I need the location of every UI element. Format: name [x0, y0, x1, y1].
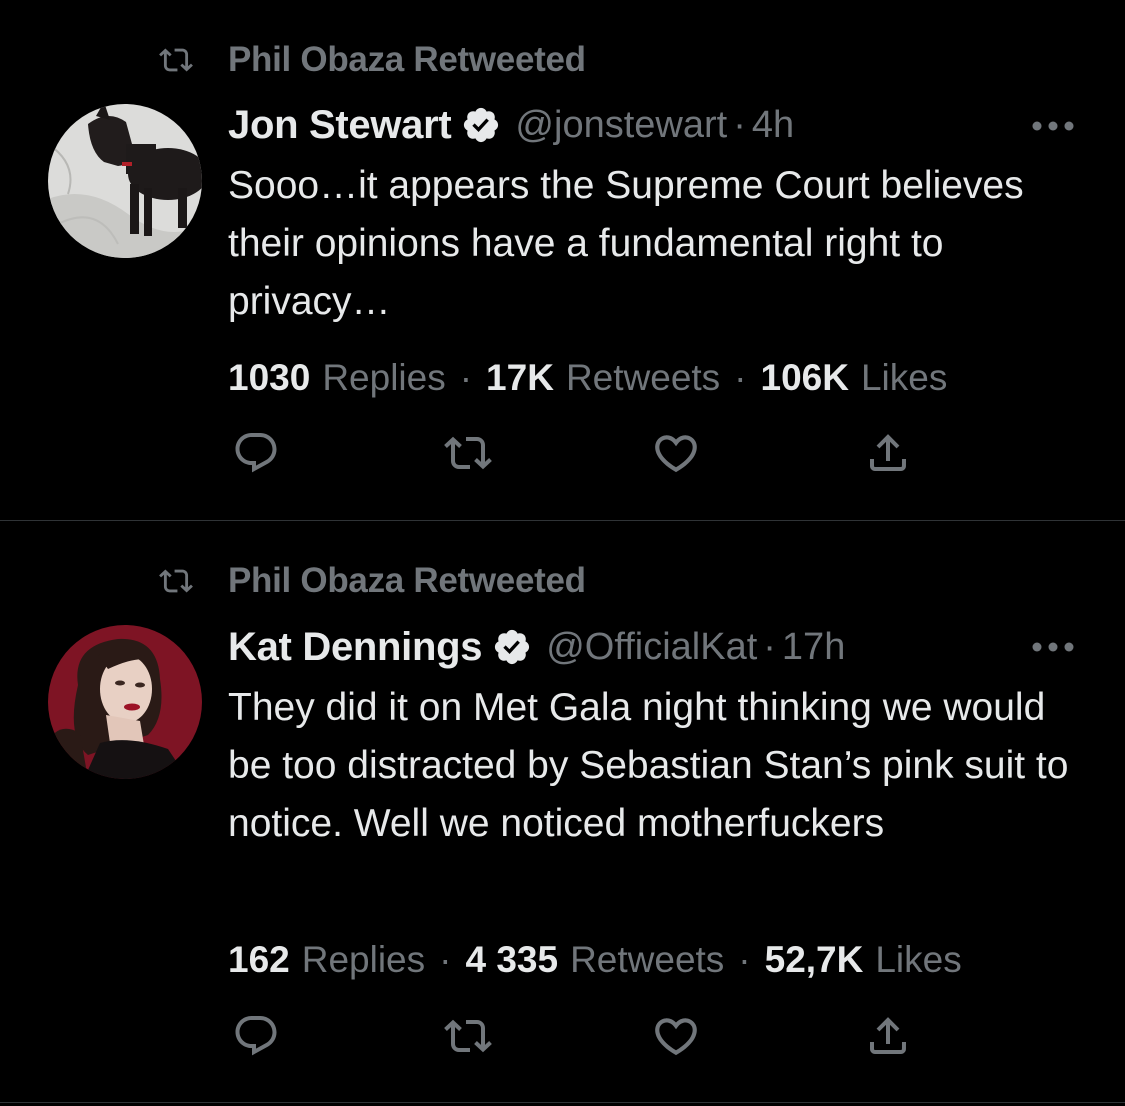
retweet-icon	[146, 43, 206, 77]
tweet-stats: 1030 Replies · 17K Retweets · 106K Likes	[228, 353, 947, 403]
tweet-divider	[0, 1102, 1125, 1103]
tweet-timestamp[interactable]: 4h	[752, 104, 794, 147]
tweet-text: They did it on Met Gala night thinking w…	[228, 686, 1069, 845]
retweets-label[interactable]: Retweets	[566, 357, 720, 399]
tweet-actions	[228, 1011, 928, 1061]
retweets-count[interactable]: 4 335	[465, 939, 558, 981]
likes-label[interactable]: Likes	[861, 357, 947, 399]
verified-badge-icon	[492, 627, 532, 667]
share-icon	[864, 429, 912, 477]
share-icon	[864, 1012, 912, 1060]
retweet-context: Phil Obaza Retweeted	[146, 40, 586, 80]
retweets-count[interactable]: 17K	[486, 357, 554, 399]
reply-icon	[232, 1012, 280, 1060]
tweet-stats: 162 Replies · 4 335 Retweets · 52,7K Lik…	[228, 935, 962, 985]
reply-button[interactable]	[226, 1011, 286, 1061]
retweet-button[interactable]	[438, 1011, 498, 1061]
tweet-header: Kat Dennings @OfficialKat · 17h	[228, 622, 845, 672]
tweet[interactable]: Phil Obaza Retweeted Jon Stewart @jonste…	[0, 0, 1125, 520]
header-separator: ·	[763, 625, 776, 668]
author-handle[interactable]: @jonstewart	[515, 104, 727, 147]
share-button[interactable]	[858, 1011, 918, 1061]
tweet-actions	[228, 428, 928, 478]
tweet-timestamp[interactable]: 17h	[782, 626, 845, 669]
likes-count[interactable]: 106K	[761, 357, 849, 399]
author-name[interactable]: Jon Stewart	[228, 103, 452, 148]
like-button[interactable]	[646, 428, 706, 478]
replies-label: Replies	[301, 939, 426, 980]
avatar[interactable]	[48, 104, 202, 258]
header-separator: ·	[733, 103, 746, 146]
like-icon	[651, 428, 701, 478]
retweet-button[interactable]	[438, 428, 498, 478]
stats-separator: ·	[439, 939, 452, 980]
replies-count: 162	[228, 939, 290, 980]
retweet-icon	[444, 429, 492, 477]
verified-badge-icon	[461, 105, 501, 145]
author-name[interactable]: Kat Dennings	[228, 625, 483, 670]
tweet-header: Jon Stewart @jonstewart · 4h	[228, 100, 794, 150]
retweets-label[interactable]: Retweets	[570, 939, 724, 981]
stats-separator: ·	[738, 939, 751, 980]
likes-count[interactable]: 52,7K	[765, 939, 864, 981]
more-options-icon[interactable]	[1031, 640, 1075, 654]
tweet[interactable]: Phil Obaza Retweeted Kat Dennings @Offic…	[0, 521, 1125, 1106]
stats-separator: ·	[459, 357, 473, 398]
portrait-avatar-image	[48, 625, 202, 779]
reply-button[interactable]	[226, 428, 286, 478]
avatar[interactable]	[48, 625, 202, 779]
retweeted-by-label[interactable]: Phil Obaza Retweeted	[228, 561, 586, 601]
like-button[interactable]	[646, 1011, 706, 1061]
retweet-icon	[146, 564, 206, 598]
retweet-context: Phil Obaza Retweeted	[146, 561, 586, 601]
replies-label: Replies	[322, 357, 446, 398]
share-button[interactable]	[858, 428, 918, 478]
retweet-icon	[444, 1012, 492, 1060]
replies-count: 1030	[228, 357, 311, 398]
tweet-text: Sooo…it appears the Supreme Court believ…	[228, 164, 1024, 323]
more-options-icon[interactable]	[1031, 119, 1075, 133]
reply-icon	[232, 429, 280, 477]
stats-separator: ·	[734, 357, 747, 398]
author-handle[interactable]: @OfficialKat	[546, 626, 757, 669]
like-icon	[651, 1011, 701, 1061]
likes-label[interactable]: Likes	[875, 939, 961, 981]
retweeted-by-label[interactable]: Phil Obaza Retweeted	[228, 40, 586, 80]
dog-avatar-image	[48, 104, 202, 258]
